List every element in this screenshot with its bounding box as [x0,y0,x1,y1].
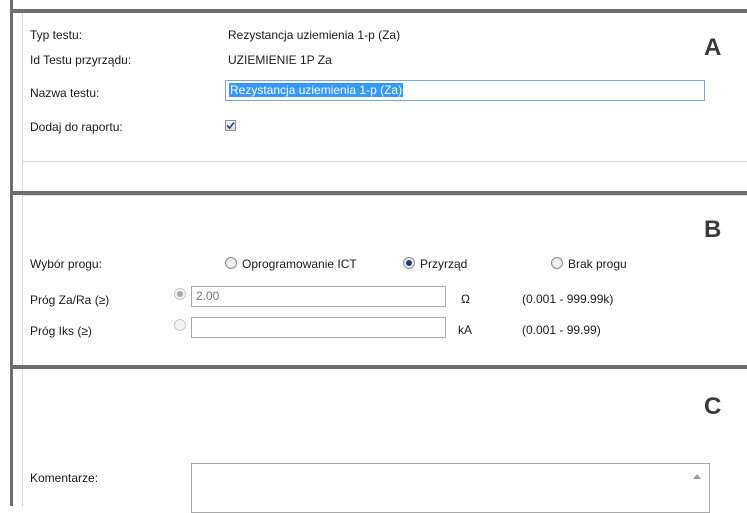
iks-threshold-radio[interactable] [174,319,186,331]
section-a-letter: A [704,34,722,61]
test-name-label: Nazwa testu: [30,86,100,100]
add-to-report-checkbox[interactable] [225,120,236,131]
radio-no-threshold-label[interactable]: Brak progu [568,257,627,271]
scroll-up-button[interactable] [691,470,703,482]
comments-label: Komentarze: [30,471,99,485]
test-type-value: Rezystancja uziemienia 1-p (Za) [228,28,401,42]
radio-no-threshold[interactable] [551,257,563,269]
section-a-inner-border [22,13,23,191]
threshold-select-label: Wybór progu: [30,257,102,271]
za-ra-range: (0.001 - 999.99k) [522,292,614,306]
test-name-input[interactable]: Rezystancja uziemienia 1-p (Za) [225,80,705,101]
radio-selected-dot [406,260,412,266]
device-test-id-label: Id Testu przyrządu: [30,53,132,67]
device-test-id-value: UZIEMIENIE 1P Za [228,53,332,67]
section-b-letter: B [704,216,722,243]
add-to-report-label: Dodaj do raportu: [30,120,123,134]
za-ra-threshold-label: Próg Za/Ra (≥) [30,293,110,307]
iks-threshold-input[interactable] [191,317,446,338]
radio-selected-dot [177,291,183,297]
frame-top-border [10,9,747,13]
radio-ict-software-label[interactable]: Oprogramowanie ICT [242,257,357,271]
section-b-top-rule [22,195,747,196]
radio-ict-software[interactable] [225,257,237,269]
test-name-selected-text: Rezystancja uziemienia 1-p (Za) [229,83,404,97]
section-c-inner-border [22,369,23,506]
radio-device[interactable] [403,257,415,269]
iks-unit: kA [458,323,473,337]
iks-threshold-label: Próg Iks (≥) [30,324,92,338]
frame-left-border [10,0,13,506]
section-c-letter: C [704,393,722,420]
radio-device-label[interactable]: Przyrząd [420,257,467,271]
za-ra-threshold-radio[interactable] [174,288,186,300]
section-b-inner-border [22,195,23,365]
iks-range: (0.001 - 99.99) [522,323,601,337]
za-ra-unit: Ω [461,292,470,306]
test-type-label: Typ testu: [30,28,83,42]
section-a-bottom-rule [22,161,747,162]
za-ra-threshold-input[interactable]: 2.00 [191,286,446,307]
chevron-up-icon [693,473,701,479]
section-b-c-divider [10,365,747,369]
checkmark-icon [226,121,235,130]
